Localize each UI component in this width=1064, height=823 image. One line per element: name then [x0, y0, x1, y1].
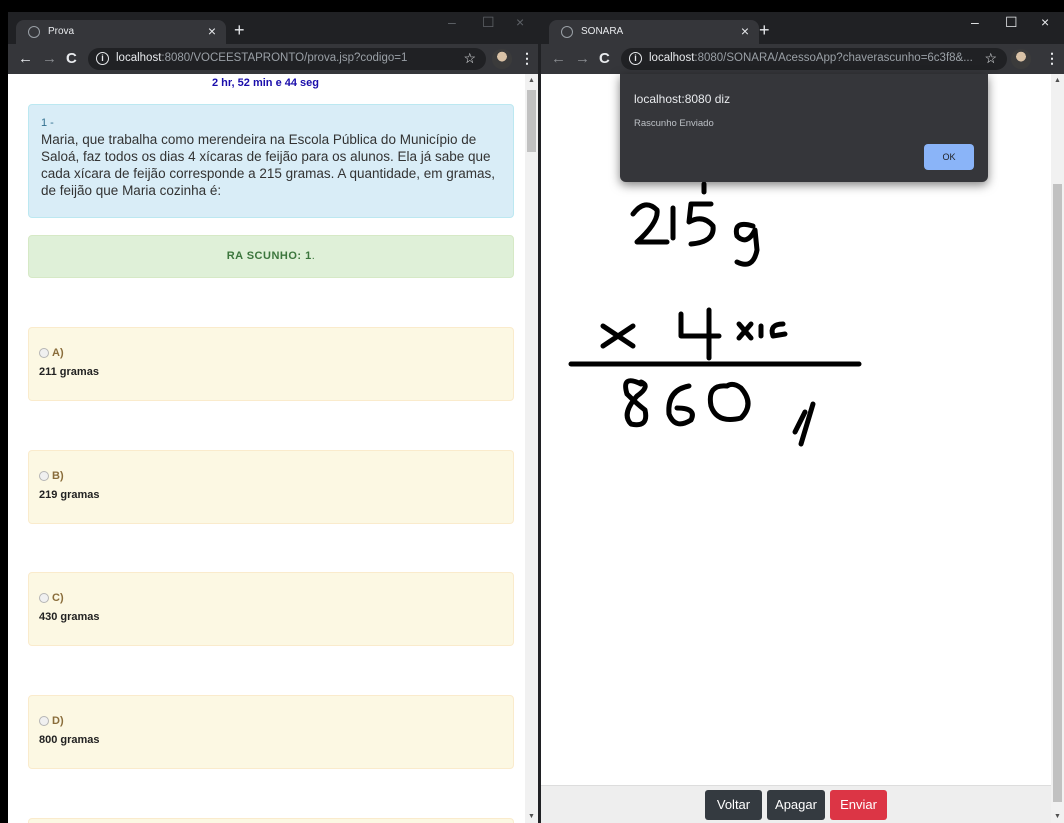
page-scrollbar[interactable]: ▲ ▼ [1051, 74, 1064, 823]
option-a[interactable]: A) 211 gramas [28, 327, 514, 401]
option-letter: A) [52, 346, 64, 359]
option-c[interactable]: C) 430 gramas [28, 572, 514, 646]
radio-icon[interactable] [39, 592, 49, 603]
minimize-icon[interactable]: – [971, 14, 979, 30]
info-icon[interactable]: i [629, 52, 642, 65]
stroke-digit-6 [666, 383, 695, 427]
alert-dialog: localhost:8080 diz Rascunho Enviado OK [620, 74, 988, 182]
browser-toolbar: ← → C i localhost:8080/SONARA/AcessoApp?… [541, 44, 1064, 74]
url-path: :8080/VOCEESTAPRONTO/prova.jsp?codigo=1 [161, 52, 408, 64]
back-icon[interactable]: ← [551, 50, 566, 67]
stroke-digit-2 [630, 202, 670, 245]
url-path: :8080/SONARA/AcessoApp?chaverascunho=6c3… [694, 52, 973, 64]
url-host: localhost [116, 52, 162, 64]
bookmark-star-icon[interactable]: ☆ [463, 50, 476, 67]
forward-icon[interactable]: → [42, 50, 57, 67]
url-text: localhost:8080/VOCEESTAPRONTO/prova.jsp?… [116, 52, 407, 64]
stroke-x-small [736, 321, 754, 341]
page-scrollbar[interactable]: ▲ ▼ [525, 74, 538, 823]
new-tab-icon[interactable]: + [759, 20, 770, 41]
reload-icon[interactable]: C [599, 50, 610, 67]
browser-menu-icon[interactable]: ⋮ [1045, 50, 1059, 67]
info-icon[interactable]: i [96, 52, 109, 65]
action-bar: Voltar Apagar Enviar [541, 785, 1051, 823]
tab-prova[interactable]: Prova × [16, 20, 226, 44]
title-bar: SONARA × + – ☐ × [541, 12, 1064, 44]
scrollbar-thumb[interactable] [1053, 184, 1062, 802]
stroke-digit-5 [686, 201, 716, 247]
address-bar[interactable]: i localhost:8080/VOCEESTAPRONTO/prova.js… [88, 48, 486, 70]
option-letter: D) [52, 714, 64, 727]
bookmark-star-icon[interactable]: ☆ [984, 50, 997, 67]
page-content: 2 hr, 52 min e 44 seg 1 - Maria, que tra… [8, 74, 538, 823]
globe-icon [28, 26, 40, 38]
option-e-partial[interactable] [28, 818, 514, 823]
dialog-ok-button[interactable]: OK [924, 144, 974, 170]
address-bar[interactable]: i localhost:8080/SONARA/AcessoApp?chaver… [621, 48, 1007, 70]
maximize-icon[interactable]: ☐ [1005, 14, 1018, 31]
stroke-slash-2 [798, 401, 816, 447]
stroke-digit-4 [678, 307, 722, 361]
option-letter: B) [52, 469, 64, 482]
profile-avatar[interactable] [492, 49, 512, 69]
forward-icon[interactable]: → [575, 50, 590, 67]
option-b[interactable]: B) 219 gramas [28, 450, 514, 524]
rascunho-label: RA SCUNHO: 1 [226, 250, 312, 262]
close-tab-icon[interactable]: × [208, 23, 216, 39]
radio-icon[interactable] [39, 347, 49, 358]
dialog-message: Rascunho Enviado [634, 118, 714, 129]
close-window-icon[interactable]: × [1041, 14, 1049, 30]
reload-icon[interactable]: C [66, 50, 77, 67]
question-number: 1 - [41, 117, 54, 129]
tab-sonara[interactable]: SONARA × [549, 20, 759, 44]
close-window-icon[interactable]: × [516, 14, 524, 30]
drawing-canvas-area[interactable]: ▲ ▼ Voltar Apagar Enviar [541, 74, 1064, 823]
scroll-down-icon[interactable]: ▼ [1051, 813, 1064, 820]
close-tab-icon[interactable]: × [741, 23, 749, 39]
scroll-up-icon[interactable]: ▲ [1051, 77, 1064, 84]
stroke-digit-0 [707, 381, 751, 422]
minimize-icon[interactable]: – [448, 14, 456, 30]
question-text: Maria, que trabalha como merendeira na E… [41, 132, 496, 198]
stroke-letter-g [733, 221, 760, 267]
maximize-icon[interactable]: ☐ [482, 14, 495, 31]
option-text: 211 gramas [39, 366, 99, 378]
voltar-button[interactable]: Voltar [705, 790, 762, 820]
profile-avatar[interactable] [1011, 49, 1031, 69]
browser-window-prova: Prova × + – ☐ × ← → C i localhost:8080/V… [8, 12, 538, 823]
option-d[interactable]: D) 800 gramas [28, 695, 514, 769]
browser-window-sonara: SONARA × + – ☐ × ← → C i localhost:8080/… [541, 12, 1064, 823]
scroll-up-icon[interactable]: ▲ [525, 77, 538, 84]
tab-title: Prova [48, 26, 75, 37]
stroke-letter-c [769, 321, 788, 339]
apagar-button[interactable]: Apagar [767, 790, 825, 820]
scrollbar-thumb[interactable] [527, 90, 536, 152]
scroll-down-icon[interactable]: ▼ [525, 813, 538, 820]
radio-icon[interactable] [39, 470, 49, 481]
title-bar: Prova × + – ☐ × [8, 12, 538, 44]
option-text: 800 gramas [39, 734, 100, 746]
option-letter: C) [52, 591, 64, 604]
countdown-timer: 2 hr, 52 min e 44 seg [211, 77, 319, 89]
stroke-x-big [600, 323, 636, 349]
url-text: localhost:8080/SONARA/AcessoApp?chaveras… [649, 52, 973, 64]
back-icon[interactable]: ← [18, 50, 33, 67]
url-host: localhost [649, 52, 695, 64]
rascunho-button[interactable]: RA SCUNHO: 1. [28, 235, 514, 278]
globe-icon [561, 26, 573, 38]
option-text: 219 gramas [39, 489, 100, 501]
tab-title: SONARA [581, 26, 624, 37]
stroke-digit-8 [623, 378, 649, 428]
option-text: 430 gramas [39, 611, 100, 623]
browser-menu-icon[interactable]: ⋮ [520, 50, 534, 67]
question-box: 1 - Maria, que trabalha como merendeira … [28, 104, 514, 218]
dialog-title: localhost:8080 diz [634, 92, 731, 106]
new-tab-icon[interactable]: + [234, 20, 245, 41]
radio-icon[interactable] [39, 715, 49, 726]
browser-toolbar: ← → C i localhost:8080/VOCEESTAPRONTO/pr… [8, 44, 538, 74]
enviar-button[interactable]: Enviar [830, 790, 887, 820]
